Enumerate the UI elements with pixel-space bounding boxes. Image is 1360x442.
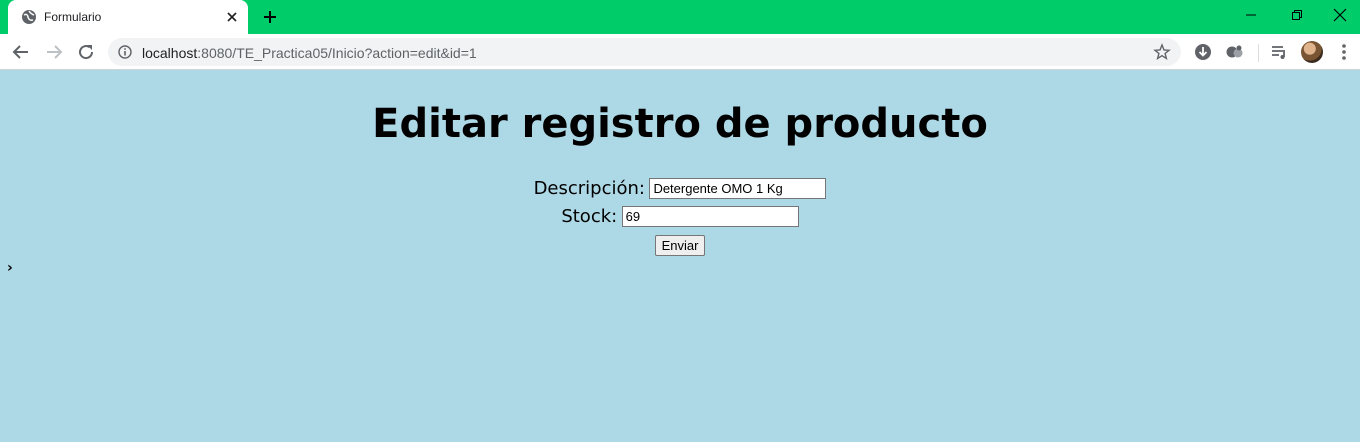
back-arrow-icon[interactable] <box>10 41 32 63</box>
window-close-icon[interactable] <box>1320 0 1360 30</box>
description-row: Descripción: <box>0 178 1360 199</box>
browser-tab[interactable]: Formulario <box>8 0 248 34</box>
menu-dots-icon[interactable] <box>1334 42 1354 62</box>
globe-icon <box>21 9 37 25</box>
page-title: Editar registro de producto <box>372 101 988 147</box>
stock-input[interactable] <box>621 206 799 227</box>
tab-title: Formulario <box>44 10 102 24</box>
forward-arrow-icon[interactable] <box>43 41 65 63</box>
submit-row: Enviar <box>0 235 1360 256</box>
close-icon[interactable] <box>223 8 241 26</box>
browser-toolbar: localhost:8080/TE_Practica05/Inicio?acti… <box>0 34 1360 70</box>
media-queue-icon[interactable] <box>1269 42 1289 62</box>
restore-icon[interactable] <box>1274 0 1320 30</box>
description-label: Descripción: <box>533 178 645 199</box>
info-icon[interactable] <box>118 45 132 59</box>
stock-row: Stock: <box>0 206 1360 227</box>
toolbar-separator <box>1258 44 1259 62</box>
extensions-icon[interactable] <box>1225 42 1245 62</box>
reload-icon[interactable] <box>75 41 97 63</box>
submit-button[interactable]: Enviar <box>654 235 706 256</box>
url-text[interactable]: localhost:8080/TE_Practica05/Inicio?acti… <box>142 45 477 61</box>
minimize-icon[interactable] <box>1228 0 1274 30</box>
page-content: Editar registro de producto Descripción:… <box>0 71 1360 442</box>
stock-label: Stock: <box>561 206 618 227</box>
description-input[interactable] <box>649 178 827 199</box>
plus-icon[interactable] <box>260 7 280 27</box>
url-path: :8080/TE_Practica05/Inicio?action=edit&i… <box>197 45 477 61</box>
tab-strip: Formulario <box>0 0 1360 34</box>
download-icon[interactable] <box>1193 42 1213 62</box>
star-icon[interactable] <box>1153 43 1171 61</box>
address-bar[interactable]: localhost:8080/TE_Practica05/Inicio?acti… <box>108 38 1181 66</box>
avatar[interactable] <box>1301 41 1323 63</box>
url-host: localhost <box>142 45 198 61</box>
chevron-right-icon: › <box>7 260 13 276</box>
